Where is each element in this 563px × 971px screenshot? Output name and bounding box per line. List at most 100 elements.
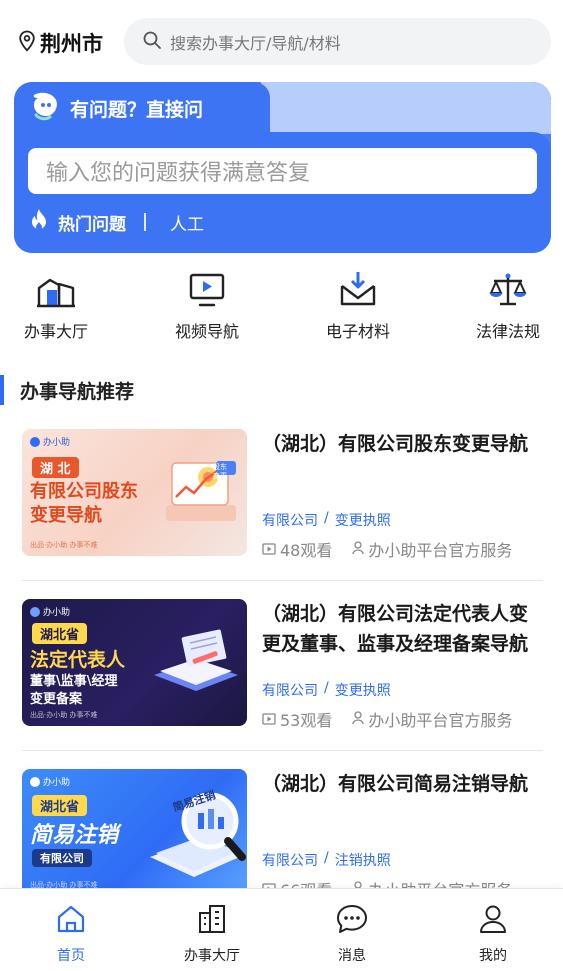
thumb-logo: 办小助 (30, 775, 70, 788)
item-meta: 53观看 办小助平台官方服务 (262, 707, 512, 731)
message-icon (302, 899, 402, 939)
list-item[interactable]: 办小助 湖北省 简易注销 有限公司 简易注销 出品·办小助 办事不难 （湖北）有… (22, 769, 543, 900)
hot-questions-link[interactable]: 热门问题 (58, 210, 126, 235)
section-header: 办事导航推荐 (0, 375, 134, 405)
author: 办小助平台官方服务 (368, 541, 513, 560)
search-input[interactable]: 搜索办事大厅/导航/材料 (124, 18, 551, 65)
thumb-logo: 办小助 (30, 605, 70, 618)
thumb-logo: 办小助 (30, 435, 70, 448)
quick-link-video[interactable]: 视频导航 (152, 268, 262, 342)
quick-link-materials[interactable]: 电子材料 (303, 268, 413, 342)
ask-body: 输入您的问题获得满意答复 热门问题 人工 (14, 132, 551, 253)
tag-separator: / (324, 850, 329, 866)
item-meta: 48观看 办小助平台官方服务 (262, 537, 512, 561)
ask-tab: 有问题？直接问 (14, 82, 270, 134)
item-thumbnail: 办小助 湖北省 法定代表人 董事\监事\经理 变更备案 出品·办小助 办事不难 (22, 599, 247, 726)
tab-profile[interactable]: 我的 (443, 899, 543, 965)
item-tags: 有限公司 / 变更执照 (262, 680, 391, 700)
building-icon (162, 899, 262, 939)
manual-service-link[interactable]: 人工 (170, 210, 204, 235)
mascot-icon (30, 606, 40, 617)
inbox-download-icon (303, 268, 413, 308)
user-icon (443, 899, 543, 939)
thumb-line1: 有限公司股东 (30, 481, 138, 502)
tab-label: 首页 (57, 948, 85, 964)
hot-row: 热门问题 人工 (28, 208, 204, 236)
header: 荆州市 搜索办事大厅/导航/材料 (0, 0, 563, 80)
thumb-badge: 湖北省 (32, 795, 88, 816)
tag[interactable]: 有限公司 (262, 850, 318, 870)
question-input[interactable]: 输入您的问题获得满意答复 (28, 148, 537, 194)
thumb-badge: 湖 北 (32, 457, 79, 478)
item-thumbnail: 办小助 湖北省 简易注销 有限公司 简易注销 出品·办小助 办事不难 (22, 769, 247, 896)
search-icon (142, 30, 162, 54)
play-icon (262, 540, 276, 559)
location-pin-icon (18, 30, 36, 56)
section-title: 办事导航推荐 (20, 380, 135, 403)
tag-separator: / (324, 510, 329, 526)
home-icon (21, 899, 121, 939)
person-icon (352, 710, 365, 729)
tag[interactable]: 有限公司 (262, 680, 318, 700)
ask-tab-decoration (261, 82, 551, 134)
mascot-icon (30, 776, 40, 787)
divider (144, 213, 146, 231)
city-selector[interactable]: 荆州市 (18, 28, 103, 58)
quick-link-laws[interactable]: 法律法规 (453, 268, 563, 342)
tab-label: 我的 (479, 948, 507, 964)
divider (22, 580, 543, 581)
hall-icon (1, 268, 111, 308)
assistant-mascot-icon (30, 91, 60, 125)
thumb-line2: 有限公司 (32, 849, 92, 867)
item-tags: 有限公司 / 注销执照 (262, 850, 391, 870)
bottom-tab-bar: 首页 办事大厅 消息 我的 (0, 888, 563, 971)
tag[interactable]: 变更执照 (335, 510, 391, 530)
tag[interactable]: 变更执照 (335, 680, 391, 700)
author: 办小助平台官方服务 (368, 711, 513, 730)
person-icon (352, 540, 365, 559)
item-title: （湖北）有限公司法定代表人变更及董事、监事及经理备案导航 (262, 603, 529, 655)
list-item[interactable]: 办小助 湖北省 法定代表人 董事\监事\经理 变更备案 出品·办小助 办事不难 … (22, 599, 543, 730)
thumb-line1: 法定代表人 (30, 649, 126, 671)
mascot-icon (30, 436, 40, 447)
view-count: 48观看 (280, 541, 333, 560)
tab-home[interactable]: 首页 (21, 899, 121, 965)
quick-link-label: 法律法规 (475, 322, 540, 341)
scales-icon (453, 268, 563, 308)
video-icon (152, 268, 262, 308)
flame-icon (28, 208, 50, 236)
view-count: 53观看 (280, 711, 333, 730)
tab-hall[interactable]: 办事大厅 (162, 899, 262, 965)
quick-link-label: 视频导航 (174, 322, 239, 341)
thumb-badge: 湖北省 (32, 623, 88, 644)
item-title: （湖北）有限公司简易注销导航 (262, 773, 529, 795)
ask-card: 输入您的问题获得满意答复 热门问题 人工 有问题？直接问 (14, 82, 551, 253)
thumb-footer: 出品·办小助 办事不难 (30, 711, 98, 719)
question-placeholder: 输入您的问题获得满意答复 (46, 161, 311, 186)
thumb-line2: 董事\监事\经理 (30, 674, 118, 689)
ask-title: 有问题？直接问 (70, 98, 204, 121)
tab-messages[interactable]: 消息 (302, 899, 402, 965)
thumb-line2: 变更导航 (30, 505, 102, 526)
tab-label: 消息 (338, 948, 366, 964)
tag[interactable]: 有限公司 (262, 510, 318, 530)
item-title: （湖北）有限公司股东变更导航 (262, 433, 529, 455)
quick-links: 办事大厅 视频导航 电子材料 法律法规 (0, 268, 563, 348)
divider (22, 750, 543, 751)
item-tags: 有限公司 / 变更执照 (262, 510, 391, 530)
list-item[interactable]: 办小助 湖 北 有限公司股东 变更导航 股东变更 出品·办小助 办事不难 （湖北… (22, 429, 543, 560)
tag-separator: / (324, 680, 329, 696)
section-accent-bar (0, 375, 4, 405)
quick-link-label: 办事大厅 (23, 322, 88, 341)
quick-link-hall[interactable]: 办事大厅 (1, 268, 111, 342)
search-placeholder: 搜索办事大厅/导航/材料 (170, 33, 341, 53)
book-illustration (150, 625, 242, 697)
quick-link-label: 电子材料 (325, 322, 390, 341)
play-icon (262, 710, 276, 729)
tab-label: 办事大厅 (184, 948, 240, 964)
thumb-line1: 简易注销 (30, 823, 119, 848)
thumb-footer: 出品·办小助 办事不难 (30, 541, 98, 549)
thumb-sticker: 股东变更 (213, 463, 227, 480)
thumb-line3: 变更备案 (30, 692, 83, 707)
tag[interactable]: 注销执照 (335, 850, 391, 870)
